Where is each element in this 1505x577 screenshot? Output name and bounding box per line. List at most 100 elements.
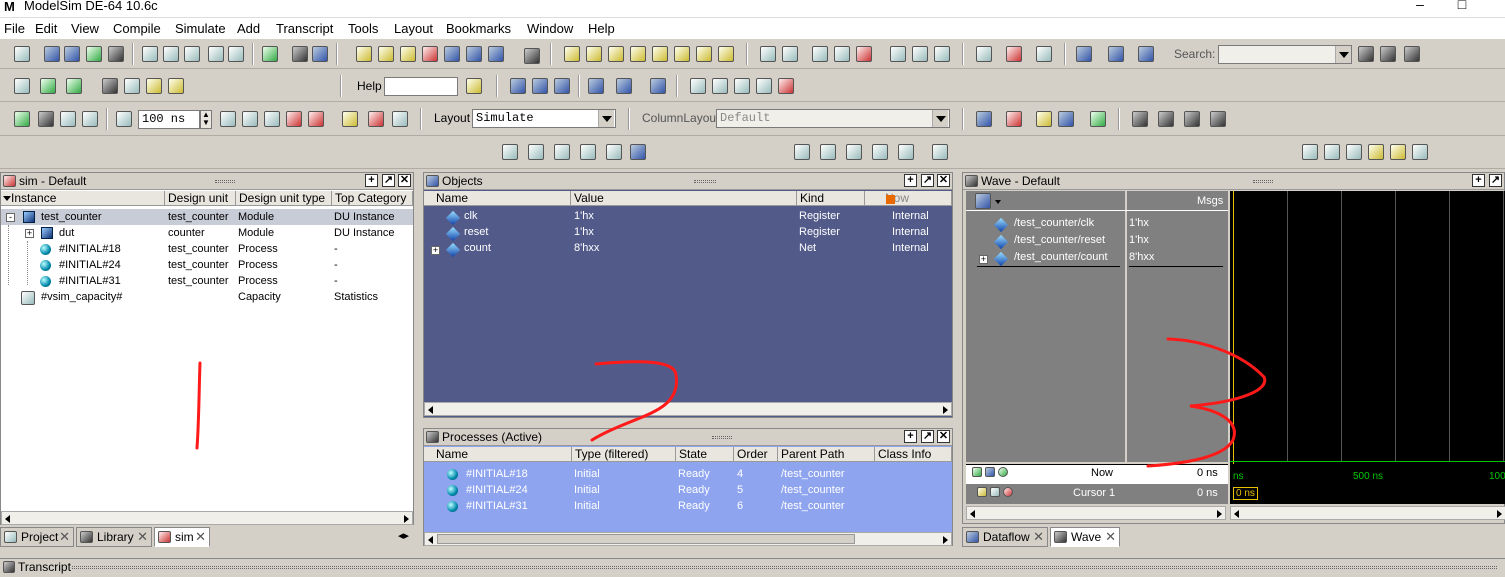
select-pointer-icon[interactable] xyxy=(794,144,810,160)
copy-icon[interactable] xyxy=(163,46,179,62)
gear-icon-3[interactable] xyxy=(1184,111,1200,127)
layout-pane-icon-3[interactable] xyxy=(66,78,82,94)
print-icon[interactable] xyxy=(108,46,124,62)
zoom-last-icon[interactable] xyxy=(1390,144,1406,160)
processes-pane-hscrollbar[interactable] xyxy=(424,532,952,546)
break-icon[interactable] xyxy=(286,111,302,127)
zoom-in-icon[interactable] xyxy=(1302,144,1318,160)
signal-name[interactable]: /test_counter/reset xyxy=(1014,234,1105,246)
menu-simulate[interactable]: Simulate xyxy=(175,21,226,36)
wave-names-hscrollbar[interactable] xyxy=(966,506,1226,520)
expand-toggle-icon[interactable]: + xyxy=(979,255,988,264)
tab-close-icon[interactable]: ✕ xyxy=(1105,529,1116,545)
instance-name[interactable]: #INITIAL#24 xyxy=(59,259,121,271)
waveform-area[interactable] xyxy=(1230,191,1505,504)
zoom-full-icon[interactable] xyxy=(1346,144,1362,160)
wave-format-icon-1[interactable] xyxy=(102,78,118,94)
processes-pane-close-icon[interactable]: ✕ xyxy=(937,430,950,443)
up-icon[interactable] xyxy=(38,111,54,127)
col-order[interactable]: Order xyxy=(734,447,778,462)
minimize-button[interactable]: – xyxy=(1410,0,1430,12)
restart-icon[interactable] xyxy=(14,111,30,127)
step-out-icon[interactable] xyxy=(554,78,570,94)
reload-icon[interactable] xyxy=(86,46,102,62)
cut-icon[interactable] xyxy=(142,46,158,62)
wave-pane-add-icon[interactable]: + xyxy=(1472,174,1485,187)
add-icon[interactable] xyxy=(998,467,1008,477)
menu-window[interactable]: Window xyxy=(527,21,573,36)
menu-edit[interactable]: Edit xyxy=(35,21,57,36)
objects-pane-hscrollbar[interactable] xyxy=(424,402,952,416)
column-layout-select[interactable]: Default xyxy=(716,109,950,128)
signal-group-icon[interactable] xyxy=(934,46,950,62)
delete-cursor-icon[interactable] xyxy=(1006,46,1022,62)
wave-edit-icon-2[interactable] xyxy=(586,46,602,62)
wave-edit-icon-1[interactable] xyxy=(564,46,580,62)
wave-clear-icon[interactable] xyxy=(856,46,872,62)
wave-edit-icon-3[interactable] xyxy=(608,46,624,62)
object-name[interactable]: clk xyxy=(464,210,477,222)
trace-icon-1[interactable] xyxy=(690,78,706,94)
col-class-info[interactable]: Class Info xyxy=(875,447,952,462)
wave-add-icon-1[interactable] xyxy=(976,111,992,127)
wrench-icon[interactable] xyxy=(990,487,1000,497)
col-design-unit[interactable]: Design unit xyxy=(165,191,236,206)
menu-help[interactable]: Help xyxy=(588,21,615,36)
col-now[interactable]: Now xyxy=(865,191,952,206)
wave-tools-icon[interactable] xyxy=(975,193,991,209)
wave-format-icon-3[interactable] xyxy=(146,78,162,94)
find-icon[interactable] xyxy=(292,46,308,62)
stop-icon[interactable] xyxy=(308,111,324,127)
signal-name[interactable]: /test_counter/clk xyxy=(1014,217,1094,229)
edge-icon-1[interactable] xyxy=(872,144,888,160)
help-search-icon[interactable] xyxy=(466,78,482,94)
pan-icon[interactable] xyxy=(846,144,862,160)
trace-icon-2[interactable] xyxy=(712,78,728,94)
tab-close-icon[interactable]: ✕ xyxy=(195,529,206,545)
tab-close-icon[interactable]: ✕ xyxy=(137,529,148,545)
menu-transcript[interactable]: Transcript xyxy=(276,21,333,36)
filter-icon-3[interactable] xyxy=(554,144,570,160)
remove-icon[interactable] xyxy=(1003,487,1013,497)
undo-icon[interactable] xyxy=(208,46,224,62)
gear-icon-4[interactable] xyxy=(1210,111,1226,127)
delete-icon[interactable] xyxy=(422,46,438,62)
edge-icon-3[interactable] xyxy=(932,144,948,160)
run-length-input[interactable]: 100 ns xyxy=(138,110,200,129)
paste-icon[interactable] xyxy=(184,46,200,62)
back-icon[interactable] xyxy=(60,111,76,127)
col-top-category[interactable]: Top Category xyxy=(332,191,413,206)
find-prev-edge-icon[interactable] xyxy=(1076,46,1092,62)
wave-add-icon-4[interactable] xyxy=(1058,111,1074,127)
wave-edit-icon-7[interactable] xyxy=(696,46,712,62)
step-icon[interactable] xyxy=(356,46,372,62)
cursor-tools-icon[interactable] xyxy=(985,467,995,477)
instance-name[interactable]: #vsim_capacity# xyxy=(41,291,122,303)
filter-icon-2[interactable] xyxy=(528,144,544,160)
trace-clear-icon[interactable] xyxy=(778,78,794,94)
menu-view[interactable]: View xyxy=(71,21,99,36)
lock-icon[interactable] xyxy=(977,487,987,497)
signal-name[interactable]: /test_counter/count xyxy=(1014,251,1108,263)
wave-edit-icon-4[interactable] xyxy=(630,46,646,62)
signal-up-icon[interactable] xyxy=(890,46,906,62)
hand-icon[interactable] xyxy=(392,111,408,127)
cursor-line[interactable] xyxy=(1233,191,1234,464)
step-over-icon[interactable] xyxy=(400,46,416,62)
maximize-button[interactable]: □ xyxy=(1452,0,1472,12)
objects-pane-close-icon[interactable]: ✕ xyxy=(937,174,950,187)
collapse-icon[interactable] xyxy=(312,46,328,62)
collapse-toggle-icon[interactable]: - xyxy=(6,213,15,222)
add-cursor-icon[interactable] xyxy=(972,467,982,477)
bookmark-icon[interactable] xyxy=(760,46,776,62)
step-loop-icon[interactable] xyxy=(616,78,632,94)
sim-pane-hscrollbar[interactable] xyxy=(1,511,413,525)
step-into-icon[interactable] xyxy=(510,78,526,94)
tab-sim[interactable]: sim ✕ xyxy=(154,527,210,547)
sim-pane-undock-icon[interactable]: ↗ xyxy=(382,174,395,187)
step-down-icon[interactable] xyxy=(588,78,604,94)
performance-icon[interactable] xyxy=(342,111,358,127)
column-layout-dropdown[interactable] xyxy=(932,110,948,127)
processes-pane-add-icon[interactable]: + xyxy=(904,430,917,443)
object-name[interactable]: reset xyxy=(464,226,488,238)
